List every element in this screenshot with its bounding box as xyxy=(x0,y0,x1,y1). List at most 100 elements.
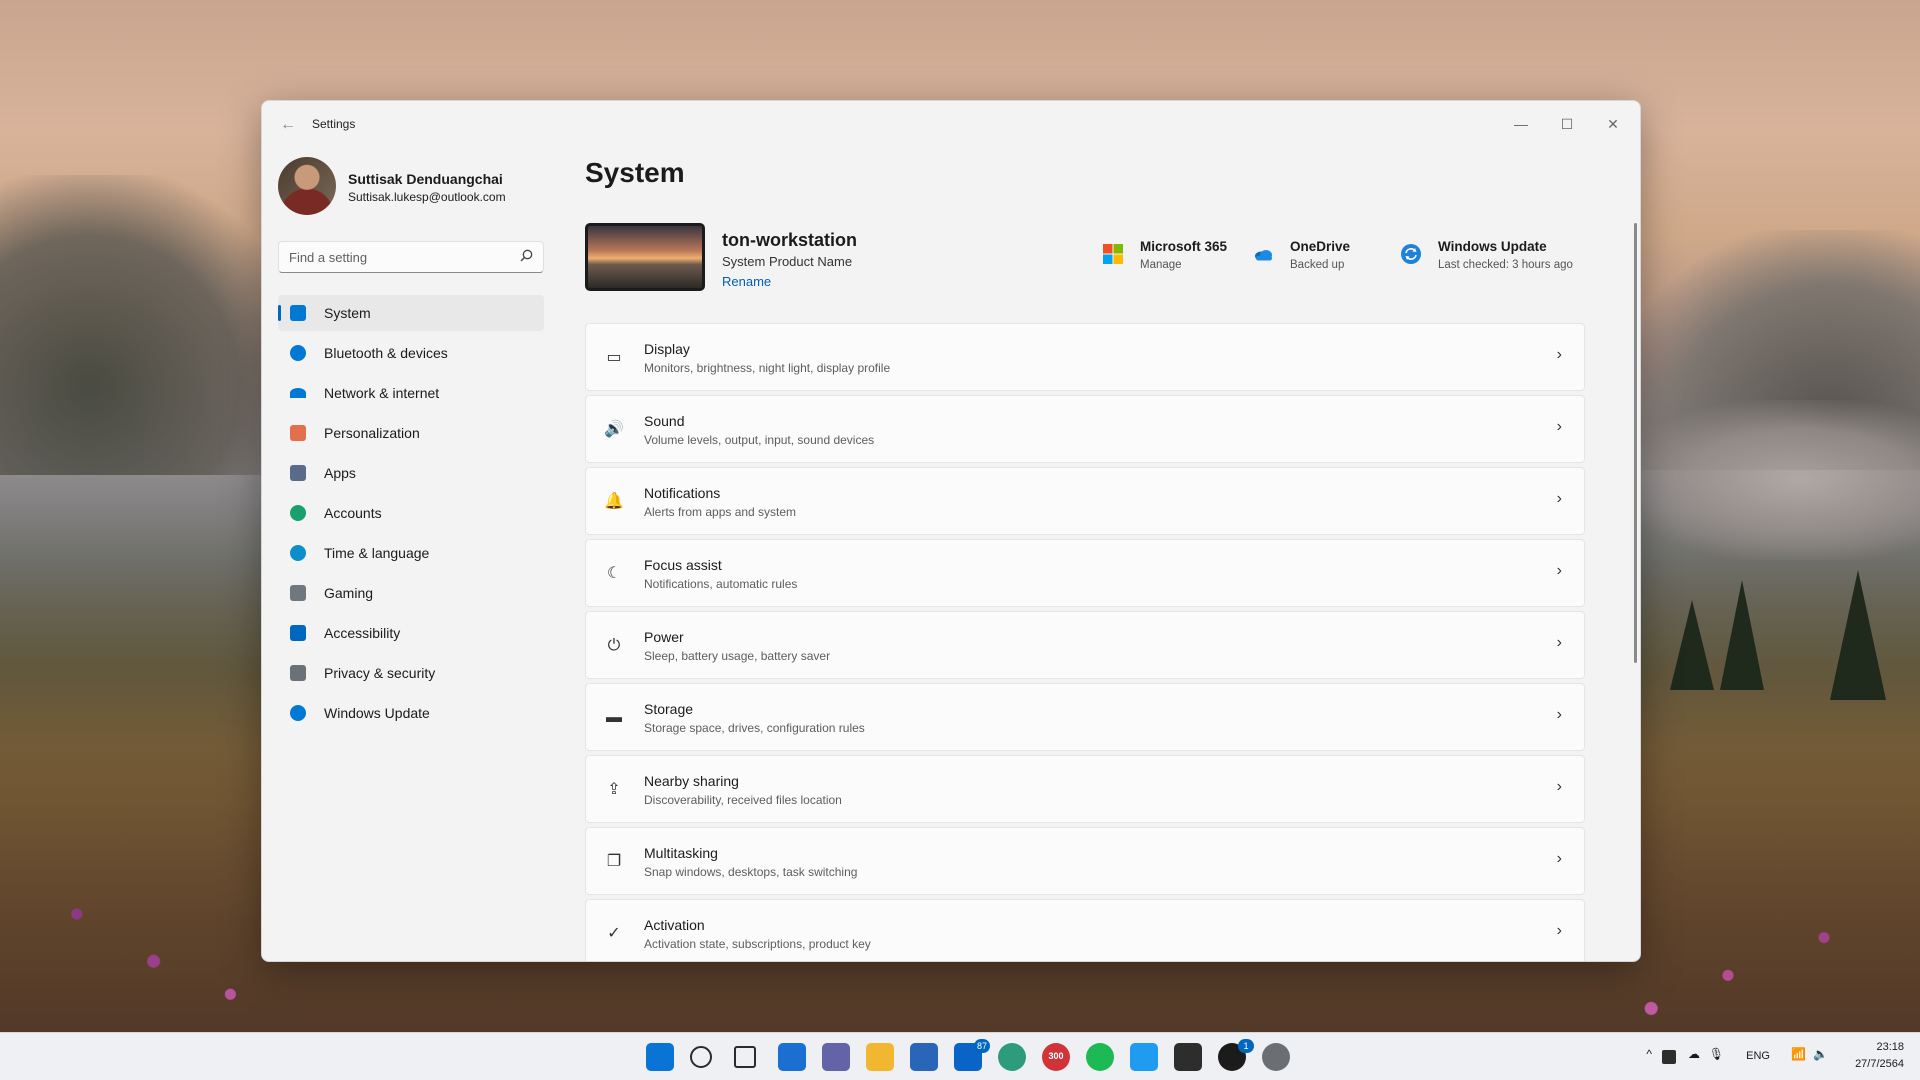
close-button[interactable]: ✕ xyxy=(1590,109,1636,139)
settings-card-multitasking[interactable]: ❐ Multitasking Snap windows, desktops, tas… xyxy=(585,827,1585,895)
taskbar-task-view-icon[interactable] xyxy=(734,1046,756,1068)
taskbar-store-icon[interactable] xyxy=(910,1043,938,1071)
card-title: Display xyxy=(644,341,690,357)
search-input[interactable]: Find a setting xyxy=(278,241,544,273)
sidebar-item-label: Gaming xyxy=(324,585,374,601)
settings-card-nearby-sharing[interactable]: ⇪ Nearby sharing Discoverability, received… xyxy=(585,755,1585,823)
sidebar-item-label: Windows Update xyxy=(324,705,430,721)
display-icon: ▭ xyxy=(606,349,622,366)
language-indicator[interactable]: ENG xyxy=(1746,1050,1770,1062)
search-placeholder: Find a setting xyxy=(289,250,368,265)
settings-window: ← Settings — ☐ ✕ Suttisak Denduangchai S… xyxy=(261,100,1641,962)
chevron-right-icon: › xyxy=(1556,922,1562,939)
bell-icon: 🔔 xyxy=(604,493,624,510)
card-title: Sound xyxy=(644,413,685,429)
taskbar-edge-icon[interactable] xyxy=(998,1043,1026,1071)
settings-card-activation[interactable]: ✓ Activation Activation state, subscriptio… xyxy=(585,899,1585,961)
settings-card-sound[interactable]: 🔊 Sound Volume levels, output, input, soun… xyxy=(585,395,1585,463)
storage-icon: ▬ xyxy=(606,709,622,726)
rename-link[interactable]: Rename xyxy=(722,274,771,289)
settings-card-power[interactable]: ⏻ Power Sleep, battery usage, battery save… xyxy=(585,611,1585,679)
card-subtitle: Volume levels, output, input, sound devi… xyxy=(644,433,875,447)
app-badge-text: 300 xyxy=(1048,1051,1064,1061)
windows-update-link[interactable]: Windows Update Last checked: 3 hours ago xyxy=(1400,237,1590,277)
sidebar-item-label: Personalization xyxy=(324,425,420,441)
taskbar-start-icon[interactable] xyxy=(646,1043,674,1071)
multitasking-icon: ❐ xyxy=(606,853,622,870)
bluetooth-icon xyxy=(290,345,306,361)
maximize-button[interactable]: ☐ xyxy=(1544,109,1590,139)
check-circle-icon: ✓ xyxy=(607,925,621,942)
taskbar-teams-chat-icon[interactable] xyxy=(822,1043,850,1071)
search-icon[interactable] xyxy=(520,249,533,265)
scrollbar[interactable] xyxy=(1634,223,1637,663)
shield-icon xyxy=(290,665,306,681)
wallpaper-tree xyxy=(1670,600,1714,690)
update-icon xyxy=(290,705,306,721)
sidebar-item-gaming[interactable]: Gaming xyxy=(278,575,544,611)
sidebar-item-accounts[interactable]: Accounts xyxy=(278,495,544,531)
microsoft-365-link[interactable]: Microsoft 365 Manage xyxy=(1102,237,1242,277)
clock[interactable]: 23:18 27/7/2564 xyxy=(1855,1039,1904,1073)
sidebar-item-bluetooth-devices[interactable]: Bluetooth & devices xyxy=(278,335,544,371)
taskbar-file-explorer-icon[interactable] xyxy=(866,1043,894,1071)
title-bar: ← Settings — ☐ ✕ xyxy=(262,101,1640,149)
taskbar-settings-icon[interactable] xyxy=(1262,1043,1290,1071)
volume-icon[interactable]: 🔈 xyxy=(1813,1047,1828,1061)
onedrive-link[interactable]: OneDrive Backed up xyxy=(1252,237,1372,277)
minimize-button[interactable]: — xyxy=(1498,109,1544,139)
brush-icon xyxy=(290,425,306,441)
taskbar-xbox-icon[interactable]: 1 xyxy=(1218,1039,1254,1071)
settings-card-focus-assist[interactable]: ☾ Focus assist Notifications, automatic ru… xyxy=(585,539,1585,607)
taskbar-spotify-icon[interactable] xyxy=(1086,1043,1114,1071)
sidebar-item-accessibility[interactable]: Accessibility xyxy=(278,615,544,651)
sidebar-item-label: Network & internet xyxy=(324,385,440,401)
onedrive-tray-icon[interactable]: ☁ xyxy=(1688,1047,1700,1061)
wallpaper-tree xyxy=(1830,570,1886,700)
card-title: Storage xyxy=(644,701,694,717)
sidebar-item-label: System xyxy=(324,305,371,321)
sidebar-item-personalization[interactable]: Personalization xyxy=(278,415,544,451)
taskbar-search-icon[interactable] xyxy=(690,1046,712,1068)
wifi-icon[interactable]: 📶 xyxy=(1791,1047,1806,1061)
sidebar-item-system[interactable]: System xyxy=(278,295,544,331)
microphone-icon[interactable]: 🎙 xyxy=(1709,1047,1724,1061)
tray-chevron-icon[interactable]: ^ xyxy=(1646,1047,1652,1061)
settings-card-notifications[interactable]: 🔔 Notifications Alerts from apps and syste… xyxy=(585,467,1585,535)
avatar[interactable] xyxy=(278,157,336,215)
sidebar-item-label: Apps xyxy=(324,465,356,481)
settings-card-display[interactable]: ▭ Display Monitors, brightness, night ligh… xyxy=(585,323,1585,391)
card-subtitle: Discoverability, received files location xyxy=(644,793,842,807)
apps-icon xyxy=(290,465,306,481)
card-title: Multitasking xyxy=(644,845,718,861)
taskbar-app-300-icon[interactable]: 300 xyxy=(1042,1043,1070,1071)
sidebar-item-privacy-security[interactable]: Privacy & security xyxy=(278,655,544,691)
user-profile[interactable]: Suttisak Denduangchai Suttisak.lukesp@ou… xyxy=(278,157,578,217)
notification-badge: 1 xyxy=(1238,1039,1254,1053)
settings-list: ▭ Display Monitors, brightness, night ligh… xyxy=(585,323,1585,961)
settings-card-storage[interactable]: ▬ Storage Storage space, drives, configura… xyxy=(585,683,1585,751)
card-title: Focus assist xyxy=(644,557,722,573)
taskbar-outlook-icon[interactable]: 87 xyxy=(954,1039,990,1071)
device-name: ton-workstation xyxy=(722,230,857,250)
sidebar-item-label: Time & language xyxy=(324,545,430,561)
back-button[interactable]: ← xyxy=(276,113,300,137)
taskbar: ^ ☁ 🎙 ENG 📶 🔈 23:18 27/7/2564 87 300 1 xyxy=(0,1032,1920,1080)
microsoft-365-icon xyxy=(1102,243,1124,265)
quick-sub: Manage xyxy=(1140,259,1182,271)
page-title: System xyxy=(585,157,685,188)
tray-app-icon[interactable] xyxy=(1662,1050,1676,1064)
sidebar-item-apps[interactable]: Apps xyxy=(278,455,544,491)
taskbar-widgets-icon[interactable] xyxy=(778,1043,806,1071)
card-subtitle: Snap windows, desktops, task switching xyxy=(644,865,858,879)
card-subtitle: Storage space, drives, configuration rul… xyxy=(644,721,865,735)
share-icon: ⇪ xyxy=(607,781,621,798)
taskbar-terminal-icon[interactable] xyxy=(1174,1043,1202,1071)
taskbar-vscode-icon[interactable] xyxy=(1130,1043,1158,1071)
sidebar-item-time-language[interactable]: Time & language xyxy=(278,535,544,571)
quick-title: Windows Update xyxy=(1438,239,1547,254)
profile-name: Suttisak Denduangchai xyxy=(348,171,503,187)
sidebar-item-windows-update[interactable]: Windows Update xyxy=(278,695,544,731)
onedrive-icon xyxy=(1252,243,1274,265)
sidebar-item-network-internet[interactable]: Network & internet xyxy=(278,375,544,411)
